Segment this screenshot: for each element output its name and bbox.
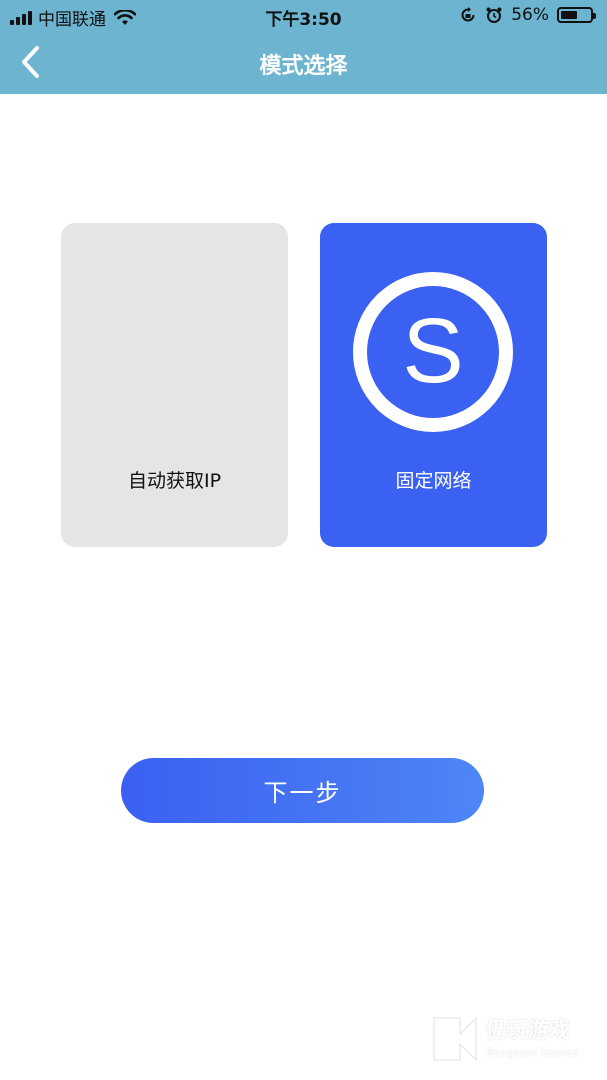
header: 中国联通 下午3:50 56% 模式选择 (0, 0, 607, 94)
rotation-lock-icon (461, 7, 475, 22)
mode-label-auto-ip: 自动获取IP (127, 470, 222, 492)
s-circle-icon: S (353, 272, 513, 432)
mode-card-auto-ip[interactable]: 自动获取IP (61, 223, 288, 547)
mode-label-static-network: 固定网络 (395, 470, 472, 492)
status-bar: 中国联通 下午3:50 56% (0, 0, 607, 32)
page-title: 模式选择 (259, 54, 348, 79)
status-right: 56% (459, 5, 596, 25)
watermark-subtitle: Rengwan Games (486, 1046, 579, 1059)
mode-card-static-network[interactable]: S 固定网络 (320, 223, 547, 547)
svg-text:S: S (402, 300, 463, 402)
battery-icon (557, 7, 596, 23)
watermark-logo-icon (433, 1016, 477, 1062)
alarm-icon (486, 7, 502, 23)
battery-percent: 56% (511, 5, 549, 25)
nav-bar: 模式选择 (0, 32, 607, 94)
watermark: 仍玩游戏 Rengwan Games (430, 1010, 600, 1070)
battery-fill (561, 11, 577, 19)
watermark-title: 仍玩游戏 (486, 1018, 570, 1042)
next-button[interactable]: 下一步 (121, 758, 484, 823)
